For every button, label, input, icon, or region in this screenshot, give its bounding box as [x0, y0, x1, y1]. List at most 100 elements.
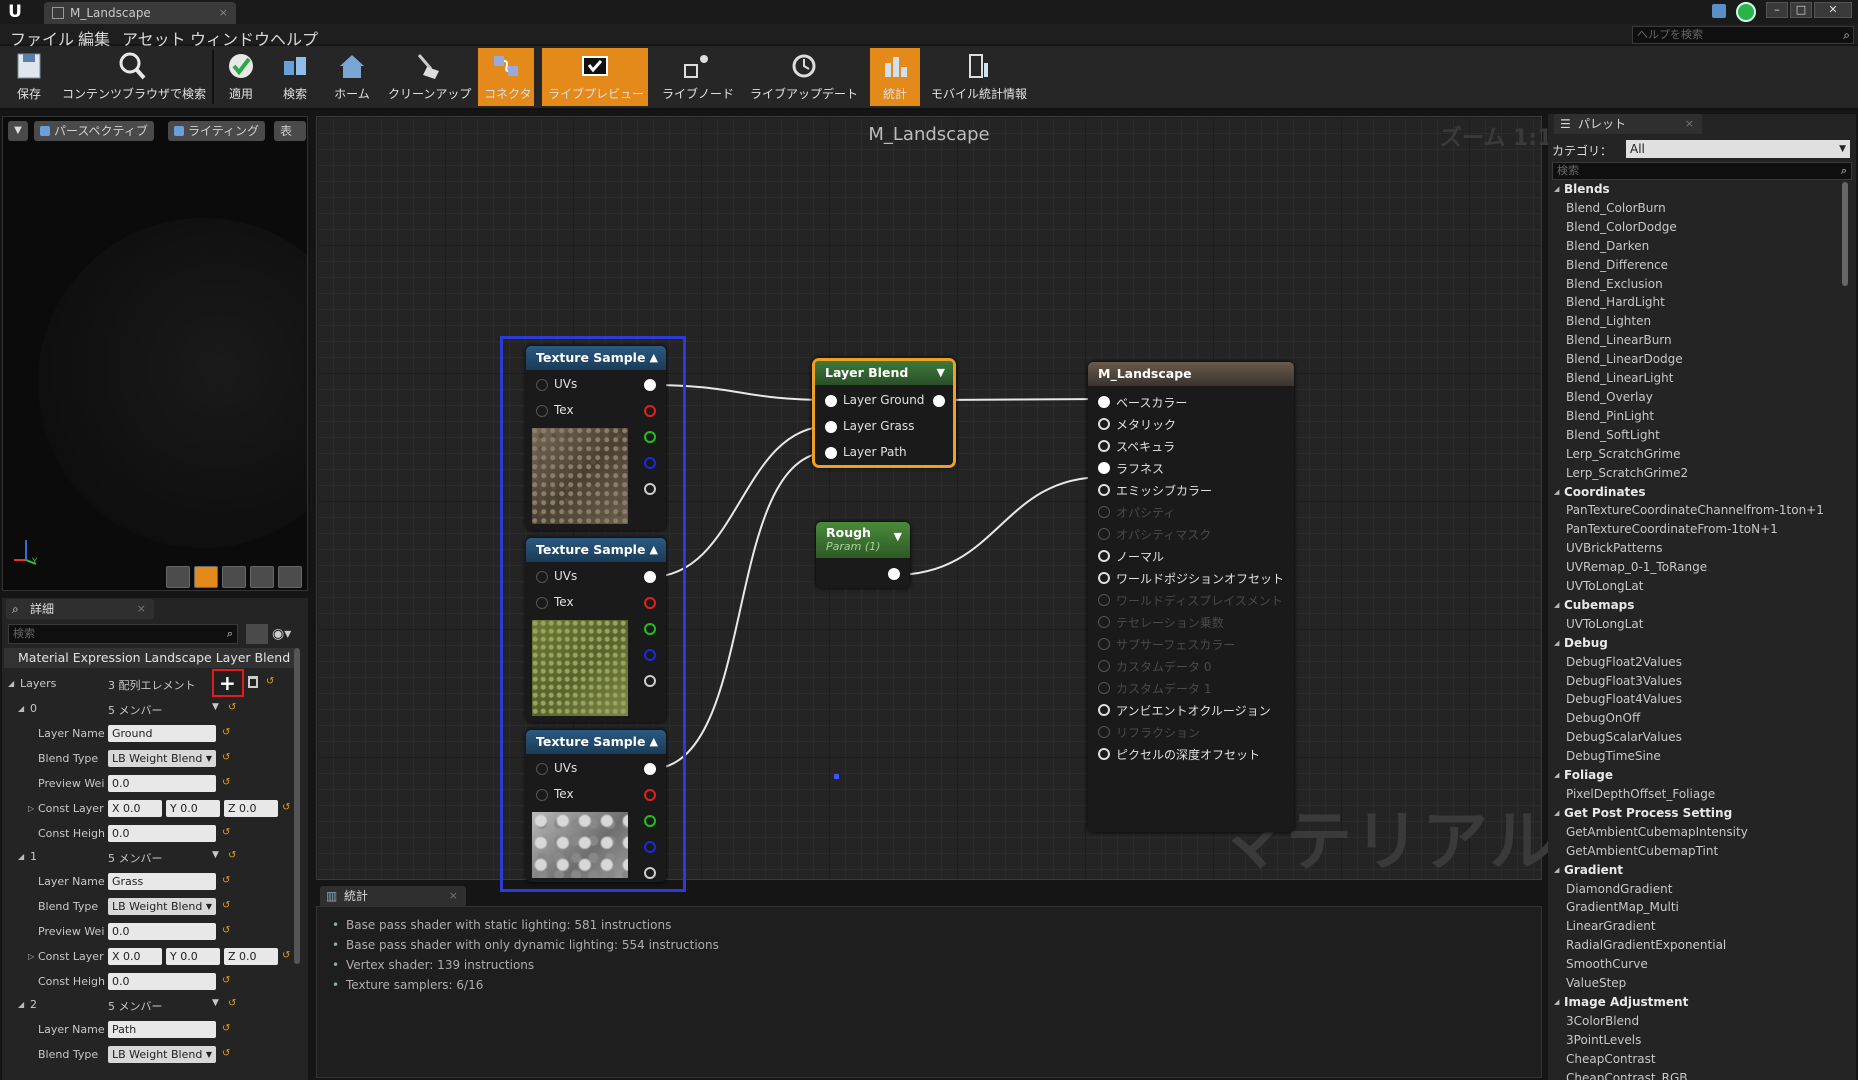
cleanup-button[interactable]: クリーンアップ	[382, 48, 474, 106]
const-z-field[interactable]: 0.0	[239, 802, 257, 815]
uvs-input-pin[interactable]	[536, 763, 548, 775]
stats-button[interactable]: 統計	[870, 48, 920, 106]
expand-icon[interactable]: ◢	[18, 704, 24, 713]
palette-item[interactable]: 3ColorBlend	[1554, 1012, 1840, 1031]
expand-icon[interactable]: ▷	[28, 804, 34, 813]
list-view-icon[interactable]	[246, 624, 268, 644]
palette-item[interactable]: Blend_PinLight	[1554, 407, 1840, 426]
material-input-pin[interactable]	[1098, 506, 1110, 518]
sphere-preview-button[interactable]	[194, 566, 218, 588]
a-output-pin[interactable]	[644, 867, 656, 879]
live-preview-button[interactable]: ライブプレビュー	[542, 48, 648, 106]
connector-button[interactable]: コネクタ	[478, 48, 534, 106]
material-input-pin[interactable]	[1098, 726, 1110, 738]
material-input-pin[interactable]	[1098, 638, 1110, 650]
palette-item[interactable]: Blend_ColorBurn	[1554, 199, 1840, 218]
palette-item[interactable]: LinearGradient	[1554, 917, 1840, 936]
layer-ground-input-pin[interactable]	[825, 395, 837, 407]
collapse-icon[interactable]: ▲	[650, 730, 658, 754]
tex-input-pin[interactable]	[536, 405, 548, 417]
palette-item[interactable]: UVRemap_0-1_ToRange	[1554, 558, 1840, 577]
reset-icon[interactable]: ↺	[228, 998, 236, 1009]
reset-icon[interactable]: ↺	[222, 1023, 230, 1034]
close-tab-icon[interactable]: ×	[449, 886, 458, 906]
close-tab-icon[interactable]: ×	[219, 2, 228, 24]
browse-content-button[interactable]: コンテンツブラウザで検索	[56, 48, 208, 106]
maximize-button[interactable]: □	[1790, 2, 1812, 18]
close-tab-icon[interactable]: ×	[137, 599, 146, 619]
material-input-pin[interactable]	[1098, 528, 1110, 540]
a-output-pin[interactable]	[644, 483, 656, 495]
preview-weight-field[interactable]: 0.0	[108, 923, 216, 940]
palette-item[interactable]: Blend_Difference	[1554, 256, 1840, 275]
material-result-node[interactable]: M_Landscape ベースカラー メタリック スペキュラ ラフネス エミッシブカラー…	[1088, 362, 1294, 832]
texture-sample-node-path[interactable]: Texture Sample ▲ UVs Tex	[526, 730, 666, 882]
palette-item[interactable]: Blend_Overlay	[1554, 388, 1840, 407]
layer-name-field[interactable]: Ground	[108, 725, 216, 742]
viewport-options-dropdown[interactable]: ▼	[8, 121, 28, 141]
live-update-button[interactable]: ライブアップデート	[742, 48, 866, 106]
material-input-pin[interactable]	[1098, 418, 1110, 430]
blend-type-select[interactable]: LB Weight Blend ▼	[108, 1046, 216, 1063]
layer-name-field[interactable]: Grass	[108, 873, 216, 890]
palette-search-input[interactable]: 検索 ⌕	[1552, 162, 1852, 180]
const-x-field[interactable]: 0.0	[123, 950, 141, 963]
reset-icon[interactable]: ↺	[228, 702, 236, 713]
rgb-output-pin[interactable]	[644, 763, 656, 775]
const-z-field[interactable]: 0.0	[239, 950, 257, 963]
palette-item[interactable]: 3PointLevels	[1554, 1031, 1840, 1050]
blend-type-select[interactable]: LB Weight Blend ▼	[108, 898, 216, 915]
reset-icon[interactable]: ↺	[222, 827, 230, 838]
palette-item[interactable]: DebugScalarValues	[1554, 728, 1840, 747]
b-output-pin[interactable]	[644, 457, 656, 469]
g-output-pin[interactable]	[644, 623, 656, 635]
palette-item[interactable]: UVToLongLat	[1554, 615, 1840, 634]
reset-icon[interactable]: ↺	[222, 875, 230, 886]
close-window-button[interactable]: ✕	[1814, 2, 1852, 18]
save-button[interactable]: 保存	[8, 48, 50, 106]
const-height-field[interactable]: 0.0	[108, 973, 216, 990]
add-element-button[interactable]: +	[212, 669, 244, 697]
details-search-input[interactable]: 検索 ⌕	[8, 624, 238, 644]
reset-icon[interactable]: ↺	[222, 975, 230, 986]
palette-item[interactable]: DebugFloat2Values	[1554, 653, 1840, 672]
palette-item[interactable]: DiamondGradient	[1554, 880, 1840, 899]
g-output-pin[interactable]	[644, 431, 656, 443]
reset-icon[interactable]: ↺	[222, 925, 230, 936]
chevron-down-icon[interactable]: ▼	[212, 998, 219, 1008]
palette-category[interactable]: Image Adjustment	[1554, 993, 1840, 1012]
r-output-pin[interactable]	[644, 597, 656, 609]
g-output-pin[interactable]	[644, 815, 656, 827]
material-input-pin[interactable]	[1098, 396, 1110, 408]
reset-icon[interactable]: ↺	[282, 802, 290, 813]
palette-item[interactable]: GetAmbientCubemapTint	[1554, 842, 1840, 861]
node-header[interactable]: Texture Sample ▲	[526, 346, 666, 370]
details-section-header[interactable]: Material Expression Landscape Layer Blen…	[4, 648, 296, 668]
expand-icon[interactable]: ▷	[28, 952, 34, 961]
home-button[interactable]: ホーム	[326, 48, 378, 106]
palette-item[interactable]: Blend_ColorDodge	[1554, 218, 1840, 237]
blend-type-select[interactable]: LB Weight Blend ▼	[108, 750, 216, 767]
palette-item[interactable]: UVBrickPatterns	[1554, 539, 1840, 558]
chevron-down-icon[interactable]: ▼	[212, 702, 219, 712]
material-input-pin[interactable]	[1098, 550, 1110, 562]
source-control-status-icon[interactable]	[1736, 2, 1756, 22]
const-x-field[interactable]: 0.0	[123, 802, 141, 815]
uvs-input-pin[interactable]	[536, 379, 548, 391]
material-input-pin[interactable]	[1098, 440, 1110, 452]
search-button[interactable]: 検索	[268, 48, 322, 106]
material-input-pin[interactable]	[1098, 682, 1110, 694]
palette-item[interactable]: Blend_HardLight	[1554, 293, 1840, 312]
palette-scrollbar[interactable]	[1842, 182, 1848, 286]
expand-icon[interactable]: ◢	[8, 679, 14, 688]
plane-preview-button[interactable]	[222, 566, 246, 588]
node-header[interactable]: Layer Blend ▼	[815, 361, 953, 385]
show-button[interactable]: 表示	[274, 121, 306, 141]
palette-item[interactable]: Blend_Exclusion	[1554, 275, 1840, 294]
mobile-stats-button[interactable]: モバイル統計情報	[924, 48, 1034, 106]
expand-icon[interactable]: ◢	[18, 1000, 24, 1009]
node-header[interactable]: Texture Sample ▲	[526, 730, 666, 754]
palette-tab[interactable]: ☰ パレット ×	[1554, 114, 1702, 134]
palette-category[interactable]: Get Post Process Setting	[1554, 804, 1840, 823]
palette-item[interactable]: PixelDepthOffset_Foliage	[1554, 785, 1840, 804]
